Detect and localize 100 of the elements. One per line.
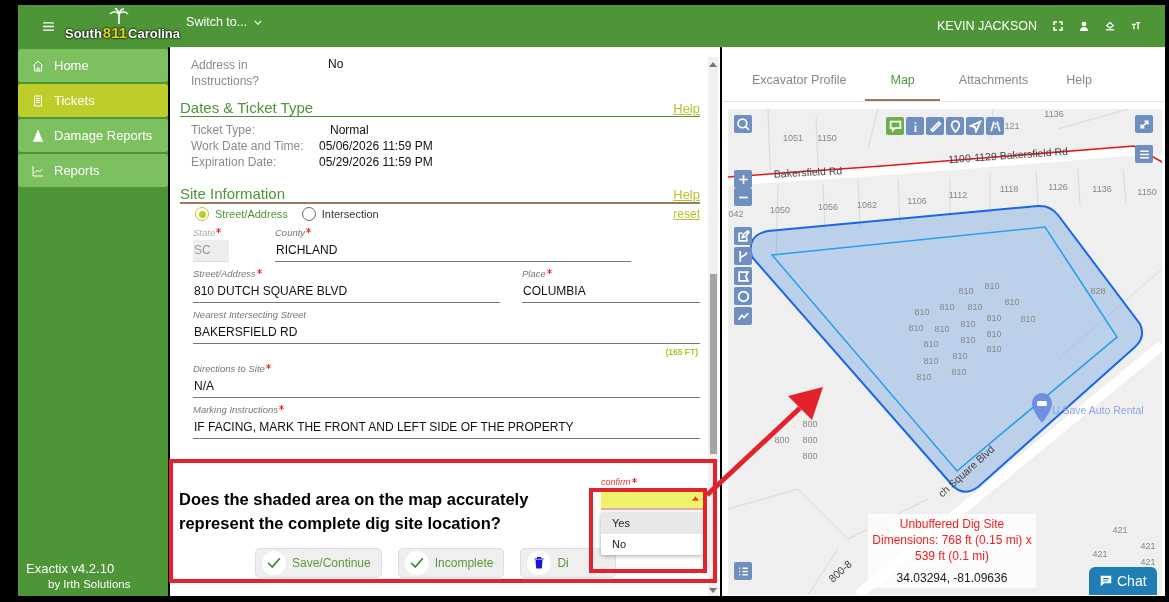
scrollbar[interactable] — [708, 57, 718, 596]
field-label: County — [275, 227, 306, 238]
lot-number-label: 810 — [984, 281, 1000, 291]
lot-number-label: 421 — [1092, 549, 1108, 559]
road-icon[interactable] — [986, 117, 1004, 135]
lot-number-label: 810 — [916, 372, 932, 382]
sidebar-item[interactable]: Damage Reports — [18, 119, 168, 152]
location-type-radio[interactable]: Intersection — [301, 207, 379, 221]
trash-icon — [532, 557, 547, 569]
detail-label: Address in Instructions? — [191, 57, 261, 89]
navigate-icon[interactable] — [966, 117, 984, 135]
lot-number-label: 810 — [951, 367, 967, 377]
field-label: Street/Address — [193, 268, 256, 279]
info-icon[interactable] — [906, 117, 924, 135]
dropdown-option[interactable]: Yes — [601, 513, 703, 534]
caret-icon — [692, 496, 699, 501]
polygon-icon[interactable] — [734, 267, 752, 285]
tab[interactable]: Excavator Profile — [740, 60, 866, 101]
scroll-up-icon[interactable] — [709, 62, 717, 67]
sidebar-item[interactable]: Home — [18, 49, 168, 82]
zoom-out-icon[interactable] — [734, 188, 752, 206]
tab[interactable]: Map — [865, 60, 940, 101]
logo[interactable]: South811Carolina — [65, 11, 181, 41]
vendor-text: by Irth Solutions — [47, 578, 132, 590]
lot-number-label: 810 — [1004, 297, 1020, 307]
lot-number-label: 828 — [1090, 286, 1106, 296]
lot-number-label: 800 — [802, 419, 818, 429]
detail-label: Expiration Date: — [191, 154, 278, 170]
lot-number-label: 810 — [914, 307, 930, 317]
chat-bubble-icon — [1099, 574, 1113, 588]
detail-value: Normal — [329, 122, 370, 138]
tab[interactable]: Help — [1047, 60, 1111, 101]
lot-number-label: 810 — [934, 324, 950, 334]
ruler-icon[interactable] — [926, 117, 944, 135]
reset-link[interactable]: reset — [673, 207, 700, 221]
comment-icon[interactable] — [886, 117, 904, 135]
lot-number-label: 810 — [960, 319, 976, 329]
zoom-in-icon[interactable] — [734, 170, 752, 188]
map[interactable] — [728, 109, 1162, 595]
scroll-thumb[interactable] — [709, 274, 717, 454]
lot-number-label: 1118 — [999, 184, 1019, 194]
circle-icon[interactable] — [734, 287, 752, 305]
chat-button[interactable]: Chat — [1089, 567, 1157, 595]
lot-number-label: 800 — [802, 451, 818, 461]
list-icon[interactable] — [734, 562, 752, 580]
paint-bucket-icon[interactable] — [1105, 21, 1115, 31]
action-button[interactable]: Di — [520, 548, 617, 578]
dimensions-text: Dimensions: 768 ft (0.15 mi) x 539 ft (0.1 mi) — [872, 532, 1032, 564]
lot-number-label: 1136 — [1044, 109, 1064, 119]
text-size-icon[interactable] — [1131, 21, 1141, 31]
lot-number-label: 810 — [923, 356, 939, 366]
field-label: Marking Instructions — [193, 404, 278, 415]
detail-value: 05/06/2026 11:59 PM — [319, 138, 434, 154]
sidebar-item[interactable]: Reports — [18, 154, 168, 187]
help-link[interactable]: Help — [673, 187, 700, 202]
action-button[interactable]: Incomplete — [397, 548, 505, 578]
lot-number-label: 1136 — [1092, 184, 1112, 194]
street-name-label: Bakersfield Rd — [773, 164, 843, 180]
field-label: Place — [522, 268, 546, 279]
distance-hint: (165 FT) — [665, 347, 698, 357]
lot-number-label: 810 — [986, 344, 1002, 354]
fullscreen-icon[interactable] — [1053, 21, 1063, 31]
edit-icon[interactable] — [734, 227, 752, 245]
field-label: confirm — [601, 477, 631, 488]
pin-icon[interactable] — [946, 117, 964, 135]
help-link[interactable]: Help — [673, 101, 700, 116]
location-type-radio[interactable]: Street/Address — [195, 207, 288, 221]
lot-number-label: 1062 — [857, 200, 877, 210]
lot-number-label: 1050 — [770, 205, 790, 215]
search-icon[interactable] — [734, 115, 752, 133]
lot-number-label: 421 — [1140, 541, 1156, 551]
tab[interactable]: Attachments — [939, 60, 1048, 101]
lot-number-label: 1150 — [817, 133, 837, 143]
expand-icon[interactable] — [1135, 115, 1153, 133]
lot-number-label: 810 — [1020, 314, 1036, 324]
scroll-down-icon[interactable] — [709, 588, 717, 593]
switch-dropdown[interactable]: Switch to... — [186, 15, 263, 29]
detail-value: No — [328, 57, 345, 73]
lot-number-label: 810 — [986, 329, 1002, 339]
confirm-select[interactable] — [601, 492, 703, 510]
lot-number-label: 810 — [923, 339, 939, 349]
caret-icon — [254, 19, 263, 25]
menu-icon[interactable] — [43, 21, 54, 31]
lot-number-label: 421 — [1112, 525, 1128, 535]
dig-site-title: Unbuffered Dig Site — [899, 516, 1005, 532]
question-text: Does the shaded area on the map accurately represent the complete dig site location? — [179, 489, 530, 534]
lot-number-label: 810 — [952, 351, 968, 361]
branch-icon[interactable] — [734, 247, 752, 265]
street-name-label: 1100-1129 Bakersfield Rd — [947, 144, 1069, 166]
field-label: Nearest Intersecting Street — [193, 309, 306, 320]
menu-icon[interactable] — [1135, 145, 1153, 163]
user-icon[interactable] — [1079, 21, 1089, 31]
lot-number-label: 810 — [939, 302, 955, 312]
lot-number-label: 810 — [967, 302, 983, 312]
chart-icon — [32, 164, 44, 177]
field-label: State — [193, 227, 216, 238]
detail-label: Work Date and Time: — [191, 138, 305, 154]
user-name[interactable]: KEVIN JACKSON — [936, 19, 1037, 33]
action-button[interactable]: Save/Continue — [255, 548, 382, 578]
lot-number-label: 1051 — [783, 133, 803, 143]
